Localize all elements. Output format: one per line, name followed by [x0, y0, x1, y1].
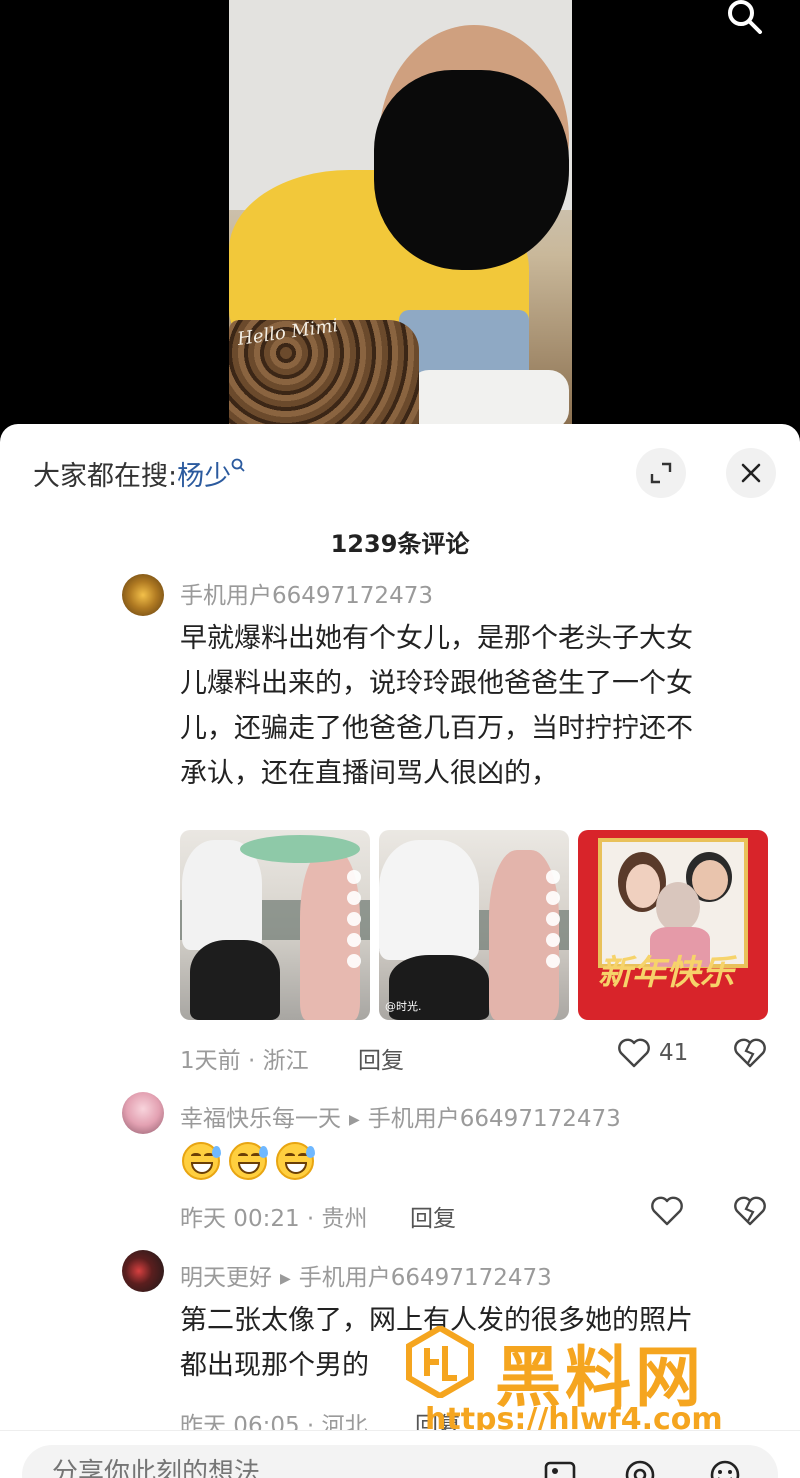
like-button[interactable]: 41 — [617, 1038, 688, 1068]
reply-button[interactable]: 回复 — [410, 1199, 456, 1233]
dislike-icon[interactable] — [733, 1196, 767, 1226]
comment-line: 承认，还在直播间骂人很凶的， — [180, 758, 558, 789]
reply-button[interactable]: 回复 — [358, 1041, 404, 1075]
image-caption: 新年快乐 — [598, 953, 734, 993]
comment-image-grid: @时光. 新年快乐 — [180, 830, 770, 1020]
comment-username[interactable]: 明天更好 — [180, 1265, 272, 1291]
comment-username[interactable]: 幸福快乐每一天 — [180, 1106, 341, 1132]
avatar[interactable] — [122, 574, 164, 616]
hot-search-term[interactable]: 杨少 — [177, 461, 231, 492]
comment-input-bar — [0, 1430, 800, 1478]
image-caption: @时光. — [385, 1000, 422, 1013]
comment-line: 早就爆料出她有个女儿，是那个老头子大女 — [180, 623, 693, 654]
video-frame: Hello Mimi — [229, 0, 572, 425]
comment-meta: 1天前 · 浙江 — [180, 1048, 309, 1074]
emoji-icon[interactable] — [707, 1457, 743, 1478]
comment-image[interactable]: 新年快乐 — [578, 830, 768, 1020]
reply-to-username[interactable]: 手机用户66497172473 — [299, 1265, 552, 1291]
comment-input-box[interactable] — [22, 1445, 778, 1478]
avatar[interactable] — [122, 1250, 164, 1292]
comment-username-line: 幸福快乐每一天 ▶ 手机用户66497172473 — [180, 1099, 621, 1133]
comment-text: 早就爆料出她有个女儿，是那个老头子大女 儿爆料出来的，说玲玲跟他爸爸生了一个女 … — [180, 616, 693, 796]
comment-username-line: 明天更好 ▶ 手机用户66497172473 — [180, 1258, 552, 1292]
hot-search-bar[interactable]: 大家都在搜:杨少 — [33, 454, 245, 493]
mention-icon[interactable] — [622, 1457, 658, 1478]
search-small-icon — [231, 458, 245, 472]
dislike-icon[interactable] — [733, 1038, 767, 1068]
video-player[interactable]: Hello Mimi — [0, 0, 800, 440]
hot-search-prefix: 大家都在搜: — [33, 461, 178, 492]
face-redaction — [374, 70, 569, 270]
comment-line: 儿，还骗走了他爸爸几百万，当时拧拧还不 — [180, 713, 693, 744]
close-icon — [741, 463, 761, 483]
expand-button[interactable] — [636, 448, 686, 498]
comment-count: 1239条评论 — [330, 530, 470, 558]
comment-username[interactable]: 手机用户66497172473 — [180, 576, 433, 610]
watermark-logo-icon — [406, 1326, 474, 1398]
heart-icon[interactable] — [650, 1196, 684, 1226]
comment-input[interactable] — [52, 1455, 512, 1478]
comment-sheet: 大家都在搜:杨少 1239条评论 手机用户66497172473 早就爆料出她有… — [0, 424, 800, 1478]
comment-meta: 昨天 00:21 · 贵州 — [180, 1206, 368, 1232]
avatar[interactable] — [122, 1092, 164, 1134]
comment-image[interactable]: @时光. — [379, 830, 569, 1020]
close-button[interactable] — [726, 448, 776, 498]
heart-icon — [618, 1038, 650, 1068]
watermark: 黑料网 https://hlwf4.com — [405, 1324, 775, 1437]
reply-arrow-icon: ▶ — [349, 1111, 360, 1128]
grin-sweat-emoji — [229, 1142, 268, 1180]
grin-sweat-emoji — [276, 1142, 315, 1180]
expand-icon — [650, 462, 672, 484]
comment-line: 儿爆料出来的，说玲玲跟他爸爸生了一个女 — [180, 668, 693, 699]
image-icon[interactable] — [542, 1457, 578, 1478]
grin-sweat-emoji — [182, 1142, 221, 1180]
comment-image[interactable] — [180, 830, 370, 1020]
reply-to-username[interactable]: 手机用户66497172473 — [368, 1106, 621, 1132]
like-count: 41 — [659, 1040, 689, 1066]
reply-arrow-icon: ▶ — [280, 1270, 291, 1287]
search-icon[interactable] — [722, 0, 766, 34]
